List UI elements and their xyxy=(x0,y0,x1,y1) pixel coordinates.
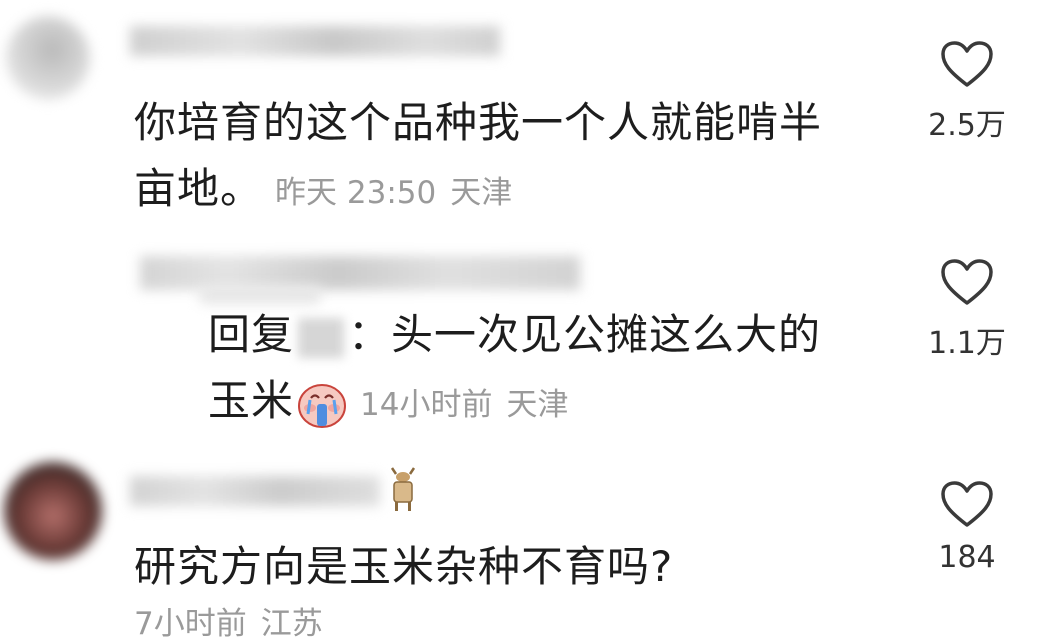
reply-text-body: 头一次见公摊这么大的 xyxy=(391,310,822,359)
comment-meta: 昨天 23:50 天津 xyxy=(275,175,512,211)
comment-text[interactable]: 研究方向是玉米杂种不育吗? xyxy=(134,534,673,600)
reply-meta: 14小时前 天津 xyxy=(360,387,568,423)
reply-location: 天津 xyxy=(506,387,569,423)
username[interactable] xyxy=(130,476,380,506)
deer-badge-icon xyxy=(390,467,416,511)
reply-text-line: 玉米 14小时前 天津 xyxy=(208,368,821,438)
comment-time: 7小时前 xyxy=(134,606,247,642)
crying-laughing-emoji-icon xyxy=(298,383,347,428)
comment-text-tail: 亩地。 xyxy=(134,164,264,213)
avatar[interactable] xyxy=(4,462,102,560)
like-count: 1.1万 xyxy=(928,326,1006,361)
heart-icon[interactable] xyxy=(940,40,994,88)
reply-text-tail: 玉米 xyxy=(208,376,295,425)
heart-icon[interactable] xyxy=(940,258,994,306)
like-group[interactable]: 184 xyxy=(912,480,1022,575)
like-count: 184 xyxy=(938,540,996,575)
comment-time: 昨天 23:50 xyxy=(275,175,437,211)
reply-username[interactable] xyxy=(140,256,580,290)
reply-text-line: 回复 ：头一次见公摊这么大的 xyxy=(208,302,821,368)
reply-prefix: 回复 xyxy=(208,310,295,359)
comment-location: 江苏 xyxy=(260,606,323,642)
comment-text-line: 亩地。 昨天 23:50 天津 xyxy=(134,156,822,226)
comment-meta: 7小时前 江苏 xyxy=(134,598,323,643)
reply-text[interactable]: 回复 ：头一次见公摊这么大的 玉米 14小时前 天津 xyxy=(208,302,821,438)
comment-text-line: 你培育的这个品种我一个人就能啃半 xyxy=(134,98,823,147)
avatar[interactable] xyxy=(6,16,90,100)
like-group[interactable]: 1.1万 xyxy=(912,258,1022,362)
like-count: 2.5万 xyxy=(928,108,1006,143)
comment-text[interactable]: 你培育的这个品种我一个人就能啃半 亩地。 昨天 23:50 天津 xyxy=(134,90,822,226)
reply-separator: ： xyxy=(348,310,392,359)
username[interactable] xyxy=(130,26,500,56)
like-group[interactable]: 2.5万 xyxy=(912,40,1022,144)
reply-time: 14小时前 xyxy=(360,387,493,423)
mention-username[interactable] xyxy=(298,317,345,358)
comment-location: 天津 xyxy=(450,175,513,211)
heart-icon[interactable] xyxy=(940,480,994,528)
comment-text-line: 研究方向是玉米杂种不育吗? xyxy=(134,542,674,591)
comment-list: 你培育的这个品种我一个人就能啃半 亩地。 昨天 23:50 天津 2.5万 回复 ：头… xyxy=(0,0,1040,642)
